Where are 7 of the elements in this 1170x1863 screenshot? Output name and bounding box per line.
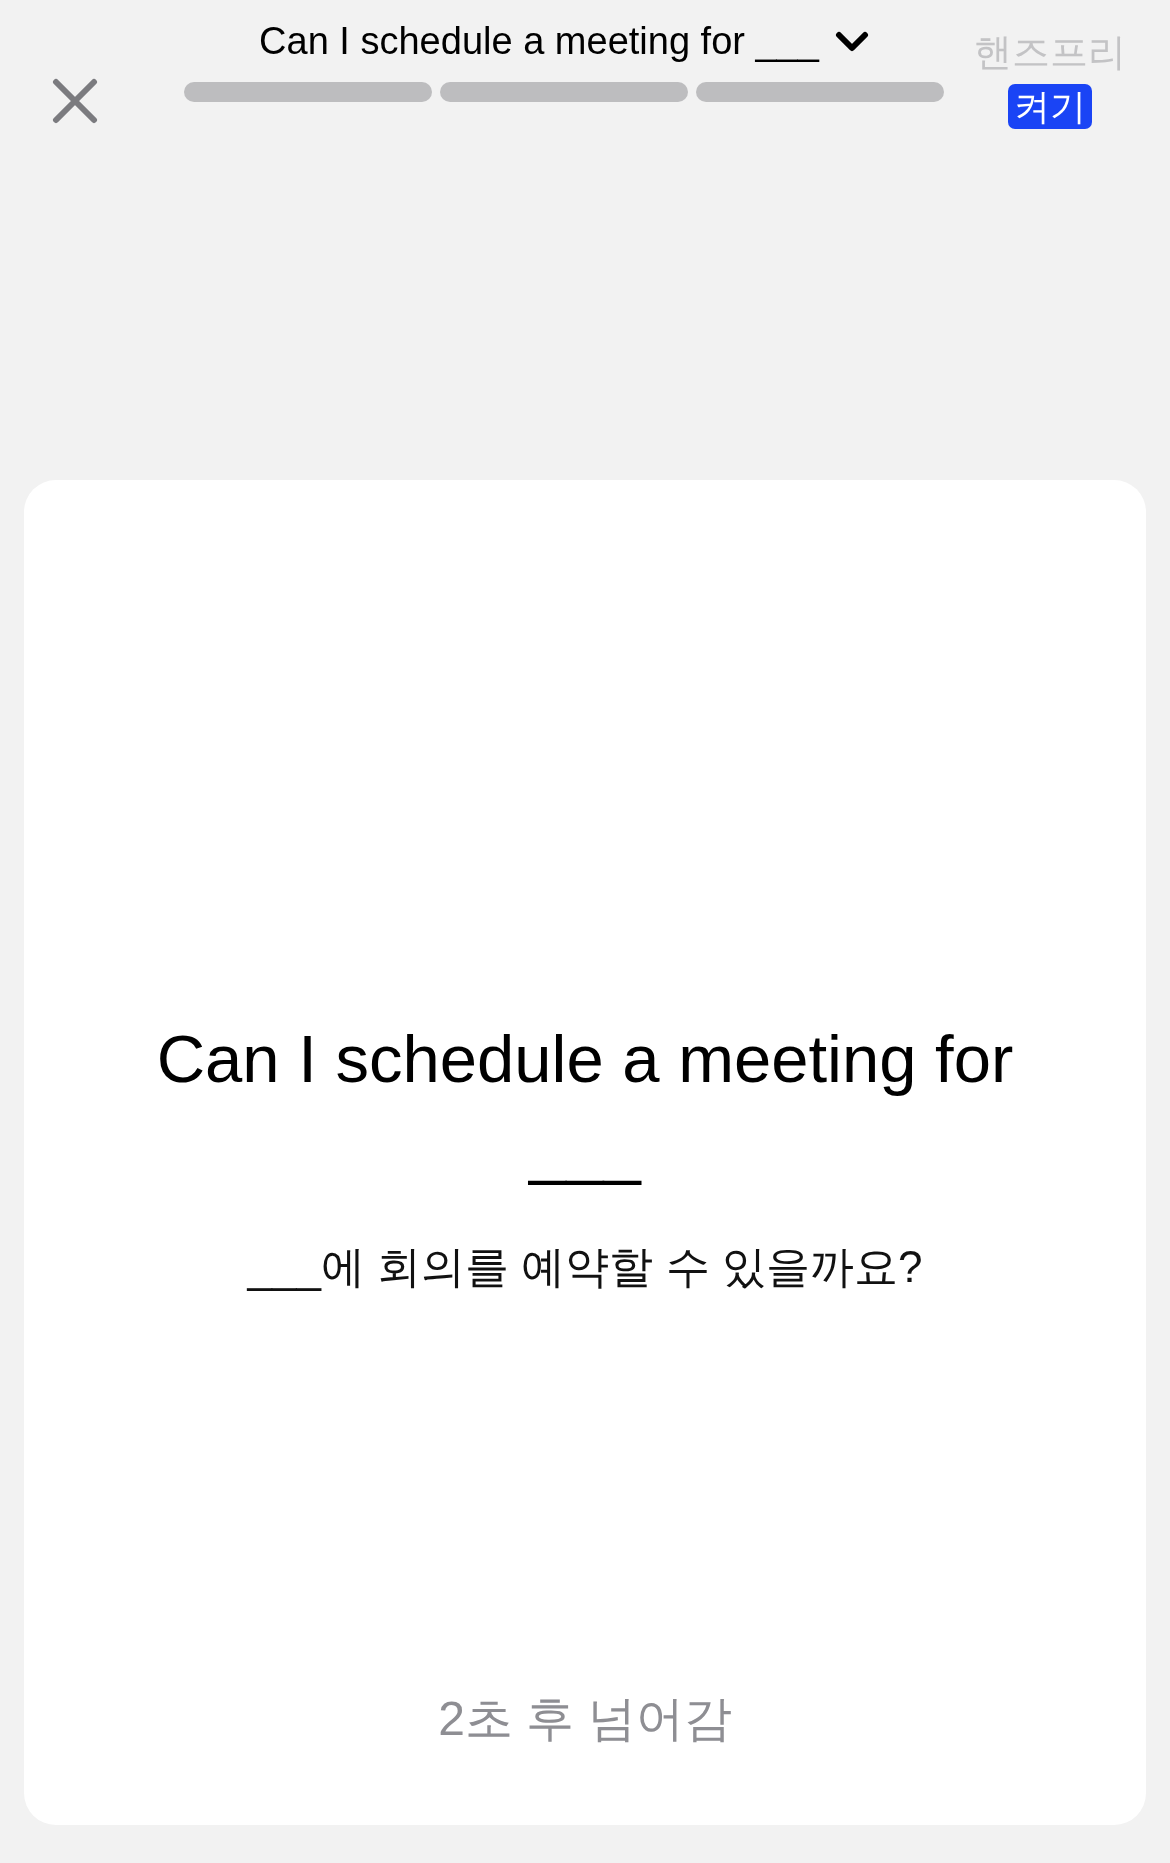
turn-on-button[interactable]: 켜기 [1008, 83, 1092, 130]
countdown-text: 2초 후 넘어감 [438, 1692, 732, 1745]
close-icon[interactable] [52, 78, 98, 124]
translation-text: ___에 회의를 예약할 수 있을까요? [247, 1240, 923, 1293]
title-dropdown[interactable]: Can I schedule a meeting for ___ [259, 20, 869, 64]
sentence-text: Can I schedule a meeting for ___ [155, 1019, 1015, 1188]
chevron-down-icon [834, 30, 869, 53]
